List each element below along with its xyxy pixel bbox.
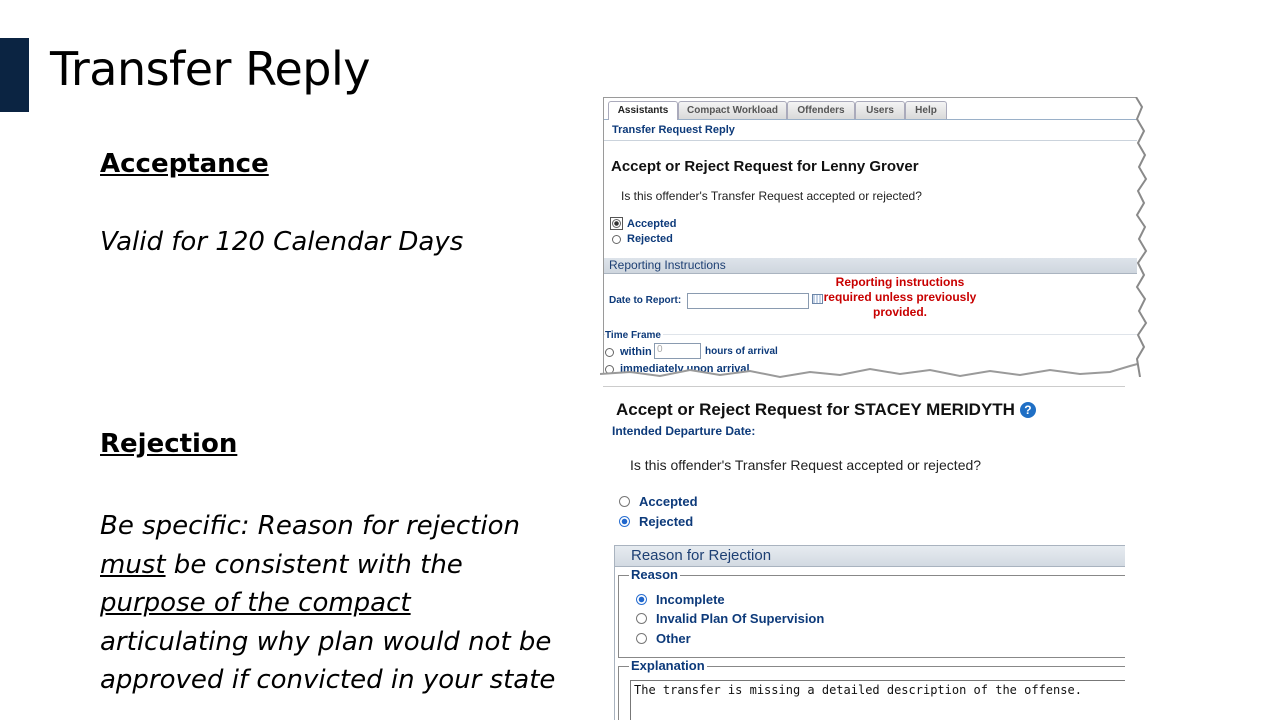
screenshot-lenny-grover: Assistants Compact Workload Offenders Us… [603,97,1137,378]
radio-selected-icon [619,516,630,527]
tab-bar: Assistants Compact Workload Offenders Us… [604,98,1137,120]
radio-rejected-label: Rejected [639,514,694,529]
radio-invalid-plan-label: Invalid Plan Of Supervision [656,611,825,626]
tab-users[interactable]: Users [855,101,905,119]
radio-accepted-label: Accepted [639,494,698,509]
rejection-line-5: approved if convicted in your state [100,665,556,695]
screenshot-stacey-meridyth: Accept or Reject Request for STACEY MERI… [603,386,1125,720]
tab-compact-workload[interactable]: Compact Workload [678,101,787,119]
divider [603,386,1125,387]
page-heading: Accept or Reject Request for STACEY MERI… [616,400,1036,420]
radio-icon [619,496,630,507]
torn-right-edge [1135,97,1154,377]
date-to-report-input[interactable] [687,293,809,309]
page-heading: Accept or Reject Request for Lenny Grove… [611,158,919,175]
rejection-text: Be specific: Reason for rejection must b… [100,507,555,700]
radio-icon [612,234,621,244]
page-heading-text: Accept or Reject Request for STACEY MERI… [616,400,1015,419]
radio-other-label: Other [656,631,691,646]
breadcrumb[interactable]: Transfer Request Reply [612,124,735,136]
hours-of-arrival-label: hours of arrival [705,346,778,357]
title-accent-bar [0,38,29,112]
divider [604,140,1137,141]
explanation-legend: Explanation [629,658,707,673]
radio-rejected[interactable]: Rejected [619,514,693,529]
radio-accepted-label: Accepted [627,217,677,230]
rejection-line-3: purpose of the compact [100,588,411,618]
radio-accepted[interactable]: Accepted [619,494,698,509]
radio-incomplete-label: Incomplete [656,592,725,607]
radio-other[interactable]: Other [636,631,691,646]
intended-departure-label: Intended Departure Date: [612,424,756,438]
rejection-line-4: articulating why plan would not be [100,626,552,657]
reason-for-rejection-header: Reason for Rejection [614,545,1125,567]
slide-title: Transfer Reply [50,42,371,96]
tab-assistants[interactable]: Assistants [608,101,678,120]
acceptance-text: Valid for 120 Calendar Days [100,227,464,257]
radio-selected-icon [610,217,623,230]
question-text: Is this offender's Transfer Request acce… [630,457,982,473]
reason-legend: Reason [629,567,680,582]
rejection-line-2: must be consistent with the [100,549,463,580]
radio-icon [605,347,614,357]
help-icon[interactable]: ? [1019,402,1036,418]
rejection-line-1: Be specific: Reason for rejection [100,511,520,541]
rejection-heading: Rejection [100,429,238,459]
radio-invalid-plan[interactable]: Invalid Plan Of Supervision [636,611,824,626]
radio-selected-icon [636,594,647,605]
within-label: within [620,346,652,358]
explanation-textarea[interactable]: The transfer is missing a detailed descr… [630,680,1125,720]
radio-rejected-label: Rejected [627,233,673,245]
time-frame-label: Time Frame [605,330,663,341]
radio-accepted[interactable]: Accepted [610,217,677,230]
divider [604,334,1137,335]
section-reporting-instructions: Reporting Instructions [604,258,1137,274]
question-text: Is this offender's Transfer Request acce… [621,189,922,203]
tab-offenders[interactable]: Offenders [787,101,855,119]
within-hours-input[interactable]: 0 [654,343,701,359]
tab-help[interactable]: Help [905,101,947,119]
acceptance-heading: Acceptance [100,149,269,179]
radio-rejected[interactable]: Rejected [612,233,673,245]
date-to-report-label: Date to Report: [609,295,682,306]
reporting-warning: Reporting instructions required unless p… [823,275,977,319]
radio-incomplete[interactable]: Incomplete [636,592,725,607]
radio-within[interactable]: within [605,346,652,358]
radio-icon [636,613,647,624]
radio-icon [636,633,647,644]
